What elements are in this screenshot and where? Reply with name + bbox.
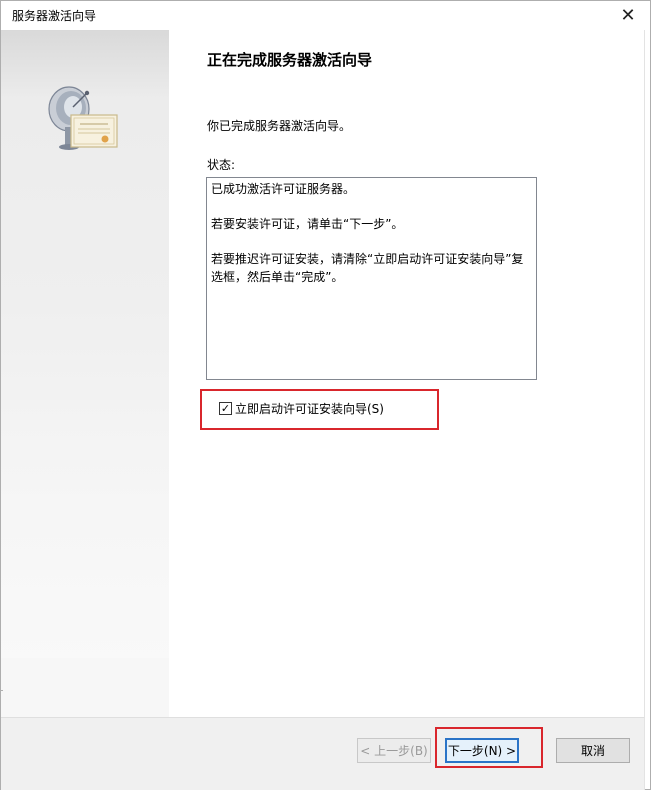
status-line: 若要安装许可证，请单击“下一步”。: [211, 217, 404, 231]
completion-description: 你已完成服务器激活向导。: [207, 119, 352, 133]
cancel-button[interactable]: 取消: [556, 738, 630, 763]
title-bar: 服务器激活向导 ✕: [1, 1, 650, 29]
wizard-window: 服务器激活向导 ✕ 正在完成服务器激活向导 你已完成服务器激活向导。 状态: 已…: [0, 0, 651, 790]
close-icon[interactable]: ✕: [606, 1, 650, 29]
window-edge-line: [0, 690, 3, 691]
back-button[interactable]: < 上一步(B): [357, 738, 431, 763]
sidebar-footer: [1, 658, 169, 717]
satellite-dish-certificate-icon: [48, 86, 118, 150]
checkbox-label[interactable]: 立即启动许可证安装向导(S): [235, 400, 384, 417]
button-bar: < 上一步(B) 下一步(N) > 取消: [1, 717, 645, 790]
next-button[interactable]: 下一步(N) >: [445, 738, 519, 763]
status-label: 状态:: [207, 158, 236, 172]
wizard-sidebar: [1, 30, 169, 717]
wizard-body: 正在完成服务器激活向导 你已完成服务器激活向导。 状态: 已成功激活许可证服务器…: [1, 30, 645, 717]
wizard-content: 正在完成服务器激活向导 你已完成服务器激活向导。 状态: 已成功激活许可证服务器…: [169, 30, 644, 717]
start-license-wizard-checkbox[interactable]: ✓: [219, 402, 232, 415]
status-line: 已成功激活许可证服务器。: [211, 182, 356, 196]
status-line: 若要推迟许可证安装，请清除“立即启动许可证安装向导”复选框，然后单击“完成”。: [211, 252, 524, 284]
status-textbox[interactable]: 已成功激活许可证服务器。 若要安装许可证，请单击“下一步”。 若要推迟许可证安装…: [206, 177, 537, 380]
window-title: 服务器激活向导: [12, 9, 97, 23]
start-license-wizard-checkbox-row[interactable]: ✓ 立即启动许可证安装向导(S): [219, 400, 384, 417]
page-title: 正在完成服务器激活向导: [207, 51, 373, 69]
